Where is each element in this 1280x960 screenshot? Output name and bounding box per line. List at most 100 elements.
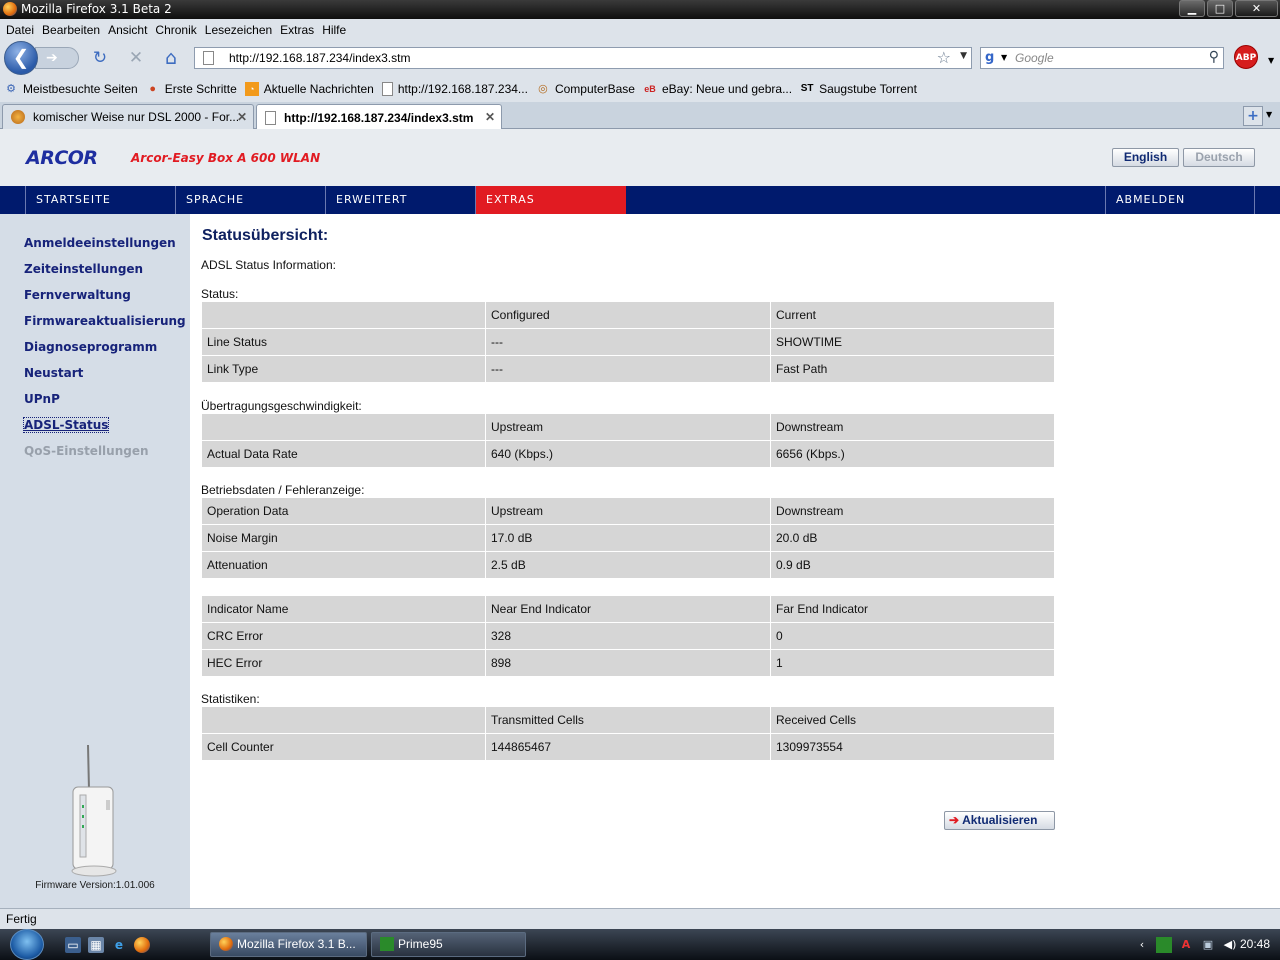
menu-datei[interactable]: Datei <box>6 23 34 37</box>
st-icon: ST <box>800 83 814 94</box>
table-row: Link Type --- Fast Path <box>202 356 1054 382</box>
refresh-label: Aktualisieren <box>962 813 1038 827</box>
table-cell: --- <box>486 356 770 382</box>
table-cell: 640 (Kbps.) <box>486 441 770 467</box>
close-window-button[interactable]: ✕ <box>1235 0 1278 17</box>
tray-expand-icon[interactable]: ‹ <box>1134 937 1150 953</box>
sidebar-item-diagnoseprogramm[interactable]: Diagnoseprogramm <box>24 340 157 354</box>
table-cell: Upstream <box>486 498 770 524</box>
table-cell: 0 <box>771 623 1054 649</box>
bookmark-label: ComputerBase <box>554 82 635 96</box>
sidebar-item-upnp[interactable]: UPnP <box>24 392 60 406</box>
bookmark-label: Aktuelle Nachrichten <box>263 82 374 96</box>
menu-hilfe[interactable]: Hilfe <box>322 23 346 37</box>
sidebar-item-firmwareaktualisierung[interactable]: Firmwareaktualisierung <box>24 314 186 328</box>
bookmark-router-page[interactable]: http://192.168.187.234... <box>381 82 528 96</box>
sidebar-item-neustart[interactable]: Neustart <box>24 366 83 380</box>
table-cell: 2.5 dB <box>486 552 770 578</box>
bookmark-label: Saugstube Torrent <box>819 82 917 96</box>
nav-startseite[interactable]: STARTSEITE <box>25 186 176 214</box>
task-firefox[interactable]: Mozilla Firefox 3.1 B... <box>210 932 367 957</box>
nav-abmelden[interactable]: ABMELDEN <box>1105 186 1255 214</box>
speed-table: Upstream Downstream Actual Data Rate 640 (… <box>201 413 1055 468</box>
stop-icon[interactable]: ✕ <box>126 49 146 69</box>
adblock-icon[interactable]: ABP <box>1234 45 1258 69</box>
search-engine-dropdown-icon[interactable]: ▼ <box>1001 53 1007 62</box>
volume-icon[interactable]: ◀) <box>1222 937 1238 953</box>
menu-chronik[interactable]: Chronik <box>155 23 196 37</box>
tab-close-icon[interactable]: ✕ <box>237 110 247 124</box>
bookmark-star-icon[interactable]: ☆ <box>937 48 951 67</box>
windows-taskbar: ▭ ▦ e Mozilla Firefox 3.1 B... Prime95 ‹… <box>0 929 1280 960</box>
show-desktop-icon[interactable]: ▭ <box>65 937 81 953</box>
url-dropdown-icon[interactable]: ▼ <box>960 51 967 61</box>
adblock-dropdown-icon[interactable]: ▼ <box>1268 56 1274 65</box>
back-button[interactable]: ❮ <box>4 41 38 75</box>
nav-sprache[interactable]: SPRACHE <box>176 186 326 214</box>
table-cell: Downstream <box>771 498 1054 524</box>
firefox-icon <box>3 2 17 16</box>
clock[interactable]: 20:48 <box>1240 937 1270 951</box>
url-text[interactable]: http://192.168.187.234/index3.stm <box>229 51 410 65</box>
menu-ansicht[interactable]: Ansicht <box>108 23 147 37</box>
minimize-button[interactable]: ▁ <box>1179 0 1205 17</box>
bookmark-ebay[interactable]: eB eBay: Neue und gebra... <box>643 82 792 96</box>
reload-icon[interactable]: ↻ <box>90 49 110 69</box>
start-button[interactable] <box>10 929 44 960</box>
tab-router[interactable]: http://192.168.187.234/index3.stm ✕ <box>256 104 502 130</box>
bookmark-erste-schritte[interactable]: ● Erste Schritte <box>146 82 236 96</box>
table-cell: HEC Error <box>202 650 485 676</box>
table-cell: Current <box>771 302 1054 328</box>
sidebar-item-adsl-status[interactable]: ADSL-Status <box>22 417 110 433</box>
tab-forum[interactable]: komischer Weise nur DSL 2000 - For... ✕ <box>2 104 254 129</box>
refresh-button[interactable]: ➔ Aktualisieren <box>944 811 1055 830</box>
network-icon[interactable]: ▣ <box>1200 937 1216 953</box>
table-row: Cell Counter 144865467 1309973554 <box>202 734 1054 760</box>
table-cell: 6656 (Kbps.) <box>771 441 1054 467</box>
forward-button[interactable]: ➔ <box>35 47 79 69</box>
bookmark-aktuelle-nachrichten[interactable]: ◔ Aktuelle Nachrichten <box>244 82 374 96</box>
tab-close-icon[interactable]: ✕ <box>485 110 495 124</box>
table-cell: Attenuation <box>202 552 485 578</box>
search-icon[interactable]: ⚲ <box>1209 49 1219 65</box>
table-row: Upstream Downstream <box>202 414 1054 440</box>
english-button[interactable]: English <box>1112 148 1179 167</box>
firefox-icon[interactable] <box>134 937 150 953</box>
switch-windows-icon[interactable]: ▦ <box>88 937 104 953</box>
prime95-tray-icon[interactable] <box>1156 937 1172 953</box>
deutsch-button[interactable]: Deutsch <box>1183 148 1255 167</box>
window-titlebar: Mozilla Firefox 3.1 Beta 2 ▁ □ ✕ <box>0 0 1280 19</box>
url-bar[interactable]: http://192.168.187.234/index3.stm ☆ ▼ <box>194 47 972 69</box>
menu-extras[interactable]: Extras <box>280 23 314 37</box>
nav-extras[interactable]: EXTRAS <box>476 186 626 214</box>
menu-lesezeichen[interactable]: Lesezeichen <box>205 23 272 37</box>
new-tab-button[interactable]: + <box>1243 106 1263 126</box>
task-prime95[interactable]: Prime95 <box>371 932 526 957</box>
internet-explorer-icon[interactable]: e <box>111 937 127 953</box>
home-icon[interactable]: ⌂ <box>161 49 181 69</box>
table-cell: CRC Error <box>202 623 485 649</box>
nav-erweitert[interactable]: ERWEITERT <box>326 186 476 214</box>
table-cell: Cell Counter <box>202 734 485 760</box>
menu-bearbeiten[interactable]: Bearbeiten <box>42 23 100 37</box>
sidebar-item-anmeldeeinstellungen[interactable]: Anmeldeeinstellungen <box>24 236 176 250</box>
search-bar[interactable]: g ▼ Google ⚲ <box>980 47 1224 69</box>
sidebar-item-qos-einstellungen: QoS-Einstellungen <box>24 444 149 458</box>
acrobat-icon[interactable]: A <box>1178 937 1194 953</box>
table-cell: Downstream <box>771 414 1054 440</box>
search-input[interactable]: Google <box>1015 51 1054 65</box>
table-cell: Operation Data <box>202 498 485 524</box>
bookmark-saugstube-torrent[interactable]: ST Saugstube Torrent <box>800 82 917 96</box>
tab-list-dropdown-icon[interactable]: ▼ <box>1266 110 1272 119</box>
bookmark-meistbesuchte-seiten[interactable]: ⚙ Meistbesuchte Seiten <box>4 82 138 96</box>
google-icon[interactable]: g <box>985 50 994 65</box>
table-row: Attenuation 2.5 dB 0.9 dB <box>202 552 1054 578</box>
maximize-button[interactable]: □ <box>1207 0 1233 17</box>
sidebar-item-fernverwaltung[interactable]: Fernverwaltung <box>24 288 131 302</box>
table-cell <box>202 707 485 733</box>
statistics-label: Statistiken: <box>201 692 260 706</box>
menu-bar: Datei Bearbeiten Ansicht Chronik Lesezei… <box>0 19 1280 40</box>
sidebar-item-zeiteinstellungen[interactable]: Zeiteinstellungen <box>24 262 143 276</box>
bookmark-computerbase[interactable]: ◎ ComputerBase <box>536 82 635 96</box>
adsl-info-label: ADSL Status Information: <box>201 258 336 272</box>
